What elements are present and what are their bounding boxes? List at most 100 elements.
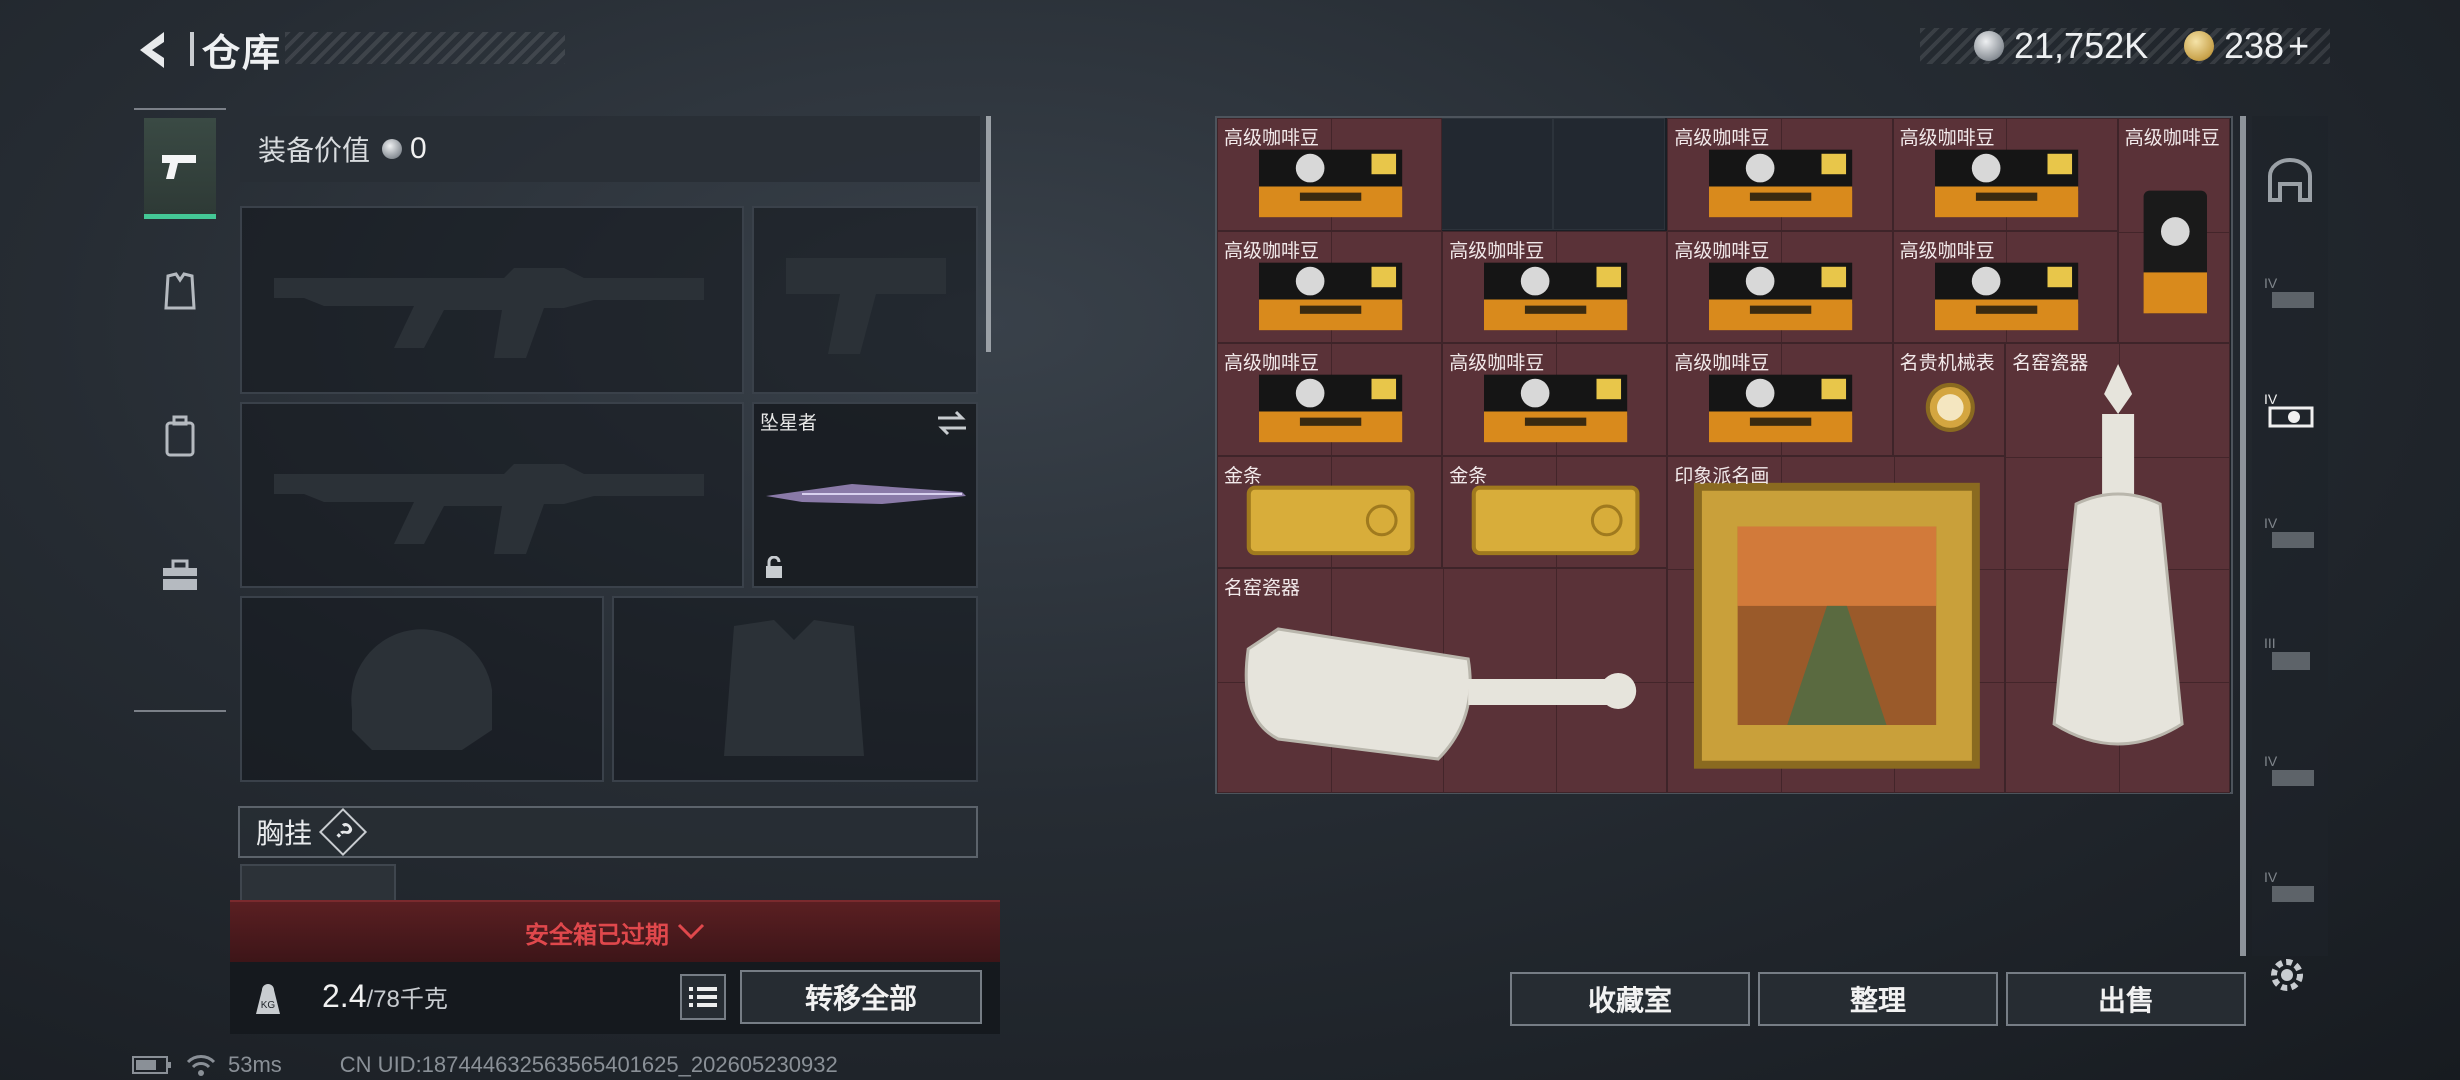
stash-item[interactable]: 金条 [1442,455,1668,568]
vest-silhouette-icon [724,620,864,756]
stash-item-name: 名贵机械表 [1899,353,1995,374]
stash-scrollbar[interactable] [2240,116,2246,956]
stash-item-name: 高级咖啡豆 [1449,240,1545,262]
stash-item-name: 高级咖啡豆 [1674,128,1770,149]
storage-tier-icon: III [2264,635,2310,670]
stash-item-name: 高级咖啡豆 [1449,353,1545,374]
loadout-tab-column [134,108,226,712]
stash-item[interactable]: 名窑瓷器 [1217,568,1668,793]
stash-item[interactable]: 高级咖啡豆 [1667,118,1893,231]
tab-weapons[interactable] [144,118,216,219]
stash-item-name: 高级咖啡豆 [1224,128,1320,149]
page-title: 仓库 [202,33,283,75]
coffeebag-icon [2119,119,2230,342]
stash-item[interactable]: 高级咖啡豆 [1442,343,1668,456]
stash-page-tab[interactable]: IV [2262,860,2318,916]
warehouse-home-tab[interactable] [2262,152,2318,208]
title-separator [190,32,194,66]
stash-page-tab[interactable]: IV [2262,506,2318,562]
svg-text:KG: KG [261,1000,276,1011]
back-arrow-icon [140,32,164,68]
stash-item-name: 高级咖啡豆 [1674,353,1770,374]
stash-item[interactable]: 印象派名画 [1667,455,2006,793]
stash-item-name: 名窑瓷器 [2012,353,2089,374]
weight-current: 2.4 [322,978,367,1014]
stash-item[interactable]: 名贵机械表 [1892,343,2006,456]
svg-text:IV: IV [2264,515,2278,531]
stash-item[interactable]: 高级咖啡豆 [2117,118,2231,343]
help-icon[interactable]: ? [318,807,368,857]
transfer-all-button[interactable]: 转移全部 [740,970,982,1024]
stash-item[interactable]: 高级咖啡豆 [1217,118,1443,231]
rifle-silhouette-icon [274,464,704,554]
wifi-icon [186,1055,216,1076]
tab-case[interactable] [144,528,216,624]
organize-button[interactable]: 整理 [1758,972,1998,1026]
stash-item[interactable]: 高级咖啡豆 [1667,343,1893,456]
tab-armor[interactable] [144,244,216,340]
silver-coin-icon [382,139,403,159]
gold-amount: 238 [2224,25,2285,66]
back-button[interactable] [128,20,184,80]
lock-icon [766,556,782,578]
tab-backpack[interactable] [144,388,216,484]
chest-rig-header[interactable]: 胸挂 ? [238,806,978,858]
gold-currency[interactable]: 238 + [2184,24,2309,68]
stash-page-tab[interactable]: IV [2262,266,2318,322]
stash-page-tab[interactable]: IV [2262,744,2318,800]
stash-item[interactable]: 高级咖啡豆 [1667,230,1893,343]
equipment-value-header: 装备价值 0 [240,116,980,182]
silver-currency[interactable]: 21,752K [1974,24,2148,68]
storage-tier-icon: IV [2264,275,2314,308]
add-gold-icon[interactable]: + [2288,25,2309,67]
stash-item-name: 金条 [1449,465,1488,487]
svg-text:IV: IV [2264,275,2278,291]
pistol-silhouette-icon [786,258,946,354]
body-armor-slot[interactable] [612,596,978,782]
stash-page-tab-active[interactable]: IV [2262,384,2318,440]
svg-text:IV: IV [2264,869,2278,885]
status-bar: 53ms CN UID:1874446325635654016​25_20260… [132,1052,838,1078]
melee-slot[interactable]: 坠星者 [752,402,978,588]
rifle-silhouette-icon [274,268,704,358]
title-decoration [285,32,565,64]
pistol-icon [162,155,196,179]
stash-item[interactable]: 高级咖啡豆 [1217,343,1443,456]
equipment-scrollbar[interactable] [986,116,991,352]
storage-tier-icon: IV [2264,391,2314,428]
sell-button[interactable]: 出售 [2006,972,2246,1026]
safe-box-expired-bar[interactable]: 安全箱已过期 [230,900,1000,962]
weight-icon: KG [256,984,280,1014]
settings-button[interactable] [2262,950,2312,1000]
chest-rig-slot[interactable] [240,864,396,904]
swap-icon[interactable] [936,410,968,436]
stash-item[interactable]: 高级咖啡豆 [1892,230,2118,343]
equipment-value-label: 装备价值 [258,135,371,166]
stash-item-name: 名窑瓷器 [1224,578,1301,599]
stash-item[interactable]: 金条 [1217,455,1443,568]
svg-text:IV: IV [2264,753,2278,769]
uid-text: CN UID:1874446325635654016​25_2026052309… [339,1052,838,1077]
stash-item-name: 印象派名画 [1674,465,1770,487]
empty-cell[interactable] [1441,118,1553,230]
list-view-button[interactable] [680,974,726,1020]
equipment-value: 0 [410,132,427,165]
stash-item[interactable]: 高级咖啡豆 [1442,230,1668,343]
toolbox-icon [163,559,197,590]
helmet-slot[interactable] [240,596,604,782]
safe-box-expired-text: 安全箱已过期 [525,921,669,949]
storage-tier-icon: IV [2264,753,2314,786]
weight-max: /78千克 [366,986,448,1013]
svg-text:IV: IV [2264,391,2278,407]
stash-item[interactable]: 名窑瓷器 [2005,343,2231,793]
storage-tier-icon: IV [2264,515,2314,548]
stash-page-tab[interactable]: III [2262,626,2318,682]
vase-v-icon [2006,344,2229,792]
stash-item[interactable]: 高级咖啡豆 [1217,230,1443,343]
empty-cell[interactable] [1553,118,1665,230]
secondary-weapon-slot[interactable] [240,402,744,588]
primary-weapon-slot[interactable] [240,206,744,394]
pistol-slot[interactable] [752,206,978,394]
stash-item[interactable]: 高级咖啡豆 [1892,118,2118,231]
collection-room-button[interactable]: 收藏室 [1510,972,1750,1026]
